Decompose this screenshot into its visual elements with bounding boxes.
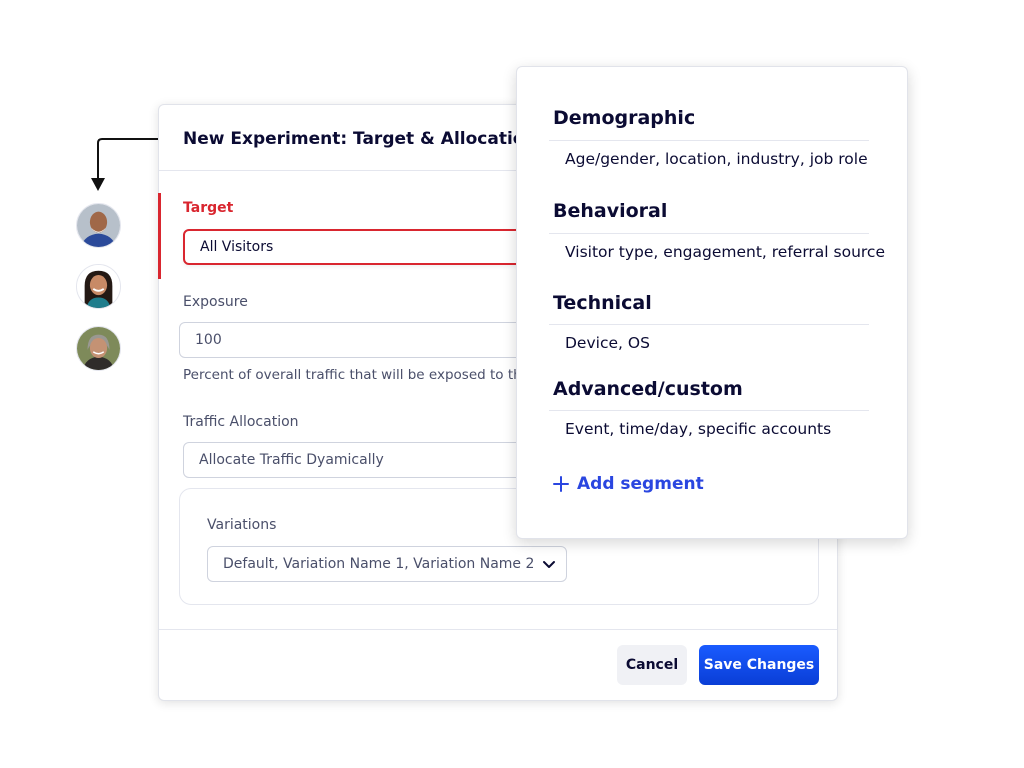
avatar-user-1 <box>76 203 121 248</box>
target-label: Target <box>183 200 234 216</box>
segment-divider <box>549 140 869 141</box>
segment-description-demographic[interactable]: Age/gender, location, industry, job role <box>565 150 868 168</box>
segment-divider <box>549 410 869 411</box>
plus-icon <box>553 476 569 492</box>
variations-select[interactable]: Default, Variation Name 1, Variation Nam… <box>207 546 567 582</box>
segments-popover: Demographic Age/gender, location, indust… <box>516 66 908 539</box>
dialog-title: New Experiment: Target & Allocation <box>183 129 537 149</box>
segment-description-advanced[interactable]: Event, time/day, specific accounts <box>565 420 831 438</box>
add-segment-button[interactable]: Add segment <box>553 471 704 497</box>
target-accent-bar <box>158 193 161 279</box>
avatar-user-2 <box>76 264 121 309</box>
segment-heading-demographic[interactable]: Demographic <box>553 107 695 129</box>
segment-heading-behavioral[interactable]: Behavioral <box>553 200 667 222</box>
traffic-allocation-label: Traffic Allocation <box>183 414 299 430</box>
chevron-down-icon[interactable] <box>542 557 556 571</box>
exposure-label: Exposure <box>183 294 248 310</box>
segment-description-technical[interactable]: Device, OS <box>565 334 650 352</box>
segment-description-behavioral[interactable]: Visitor type, engagement, referral sourc… <box>565 243 885 261</box>
arrow-connector-icon <box>91 138 162 191</box>
avatar-user-3 <box>76 326 121 371</box>
cancel-button[interactable]: Cancel <box>617 645 687 685</box>
save-changes-button[interactable]: Save Changes <box>699 645 819 685</box>
variations-value: Default, Variation Name 1, Variation Nam… <box>223 556 535 572</box>
footer-divider <box>159 629 837 630</box>
segment-heading-technical[interactable]: Technical <box>553 292 652 314</box>
segment-divider <box>549 324 869 325</box>
segment-heading-advanced[interactable]: Advanced/custom <box>553 378 743 400</box>
add-segment-label: Add segment <box>577 474 704 494</box>
segment-divider <box>549 233 869 234</box>
variations-label: Variations <box>207 517 277 533</box>
exposure-help-text: Percent of overall traffic that will be … <box>183 367 533 383</box>
